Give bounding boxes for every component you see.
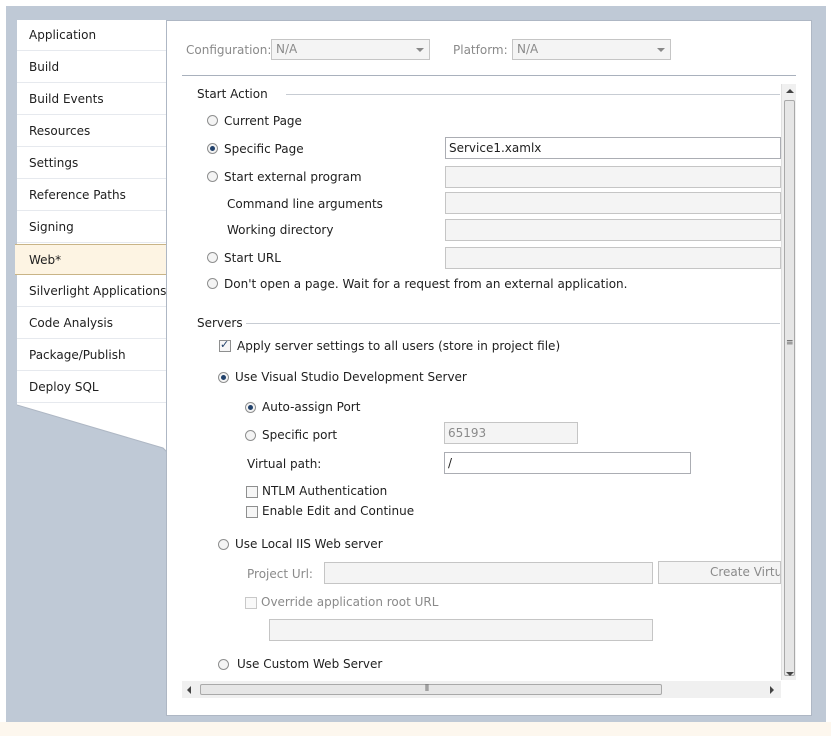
override-root-url-checkbox[interactable] xyxy=(245,597,257,609)
sidebar-item-signing[interactable]: Signing xyxy=(17,212,167,243)
platform-value: N/A xyxy=(517,42,539,56)
sidebar-item-deploy-sql[interactable]: Deploy SQL xyxy=(17,372,167,403)
dont-open-page-radio[interactable] xyxy=(207,278,218,289)
enable-edit-continue-checkbox[interactable] xyxy=(246,506,258,518)
sidebar-item-reference-paths[interactable]: Reference Paths xyxy=(17,180,167,211)
use-local-iis-radio[interactable] xyxy=(218,539,229,550)
command-line-arguments-input[interactable] xyxy=(445,192,781,214)
use-local-iis-label: Use Local IIS Web server xyxy=(235,537,383,551)
dont-open-page-label: Don't open a page. Wait for a request fr… xyxy=(224,277,628,291)
scroll-up-arrow-icon[interactable] xyxy=(786,89,794,93)
chevron-down-icon xyxy=(657,48,665,52)
start-url-label: Start URL xyxy=(224,251,281,265)
current-page-radio[interactable] xyxy=(207,115,218,126)
sidebar-item-package-publish[interactable]: Package/Publish xyxy=(17,340,167,371)
specific-page-label: Specific Page xyxy=(224,142,304,156)
ntlm-authentication-label: NTLM Authentication xyxy=(262,484,388,498)
vertical-scroll-thumb[interactable]: ≡ xyxy=(784,100,795,676)
configuration-label: Configuration: xyxy=(186,43,272,57)
grip-icon: ≡ xyxy=(786,338,794,348)
start-url-radio[interactable] xyxy=(207,252,218,263)
specific-port-radio[interactable] xyxy=(245,430,256,441)
specific-port-label: Specific port xyxy=(262,428,338,442)
project-url-label: Project Url: xyxy=(247,567,313,581)
external-program-input[interactable] xyxy=(445,166,781,188)
start-url-input[interactable] xyxy=(445,247,781,269)
start-action-group-line xyxy=(286,94,780,95)
apply-all-users-checkbox[interactable] xyxy=(219,338,231,352)
platform-label: Platform: xyxy=(453,43,508,57)
start-action-title: Start Action xyxy=(197,87,268,101)
working-directory-label: Working directory xyxy=(227,223,334,237)
command-line-arguments-label: Command line arguments xyxy=(227,197,383,211)
project-url-input[interactable] xyxy=(324,562,653,584)
chevron-down-icon xyxy=(416,48,424,52)
current-page-label: Current Page xyxy=(224,114,302,128)
use-custom-web-server-radio[interactable] xyxy=(218,659,229,670)
sidebar-item-build[interactable]: Build xyxy=(17,52,167,83)
sidebar-item-silverlight-applications[interactable]: Silverlight Applications xyxy=(17,276,167,307)
configuration-value: N/A xyxy=(276,42,298,56)
override-root-url-label: Override application root URL xyxy=(261,595,439,609)
sidebar-item-settings[interactable]: Settings xyxy=(17,148,167,179)
scroll-down-arrow-icon[interactable] xyxy=(786,672,794,676)
horizontal-scroll-thumb[interactable]: ⦀ xyxy=(200,684,662,695)
virtual-path-input[interactable]: / xyxy=(444,452,691,474)
use-vs-dev-server-label: Use Visual Studio Development Server xyxy=(235,370,467,384)
sidebar-item-application[interactable]: Application xyxy=(17,20,167,51)
specific-page-radio[interactable] xyxy=(207,143,218,154)
auto-assign-port-radio[interactable] xyxy=(245,402,256,413)
use-vs-dev-server-radio[interactable] xyxy=(218,372,229,383)
sidebar-nav: Application Build Build Events Resources… xyxy=(15,20,167,408)
sidebar-item-web[interactable]: Web* xyxy=(15,244,167,275)
virtual-path-label: Virtual path: xyxy=(247,457,322,471)
create-virtual-directory-button[interactable]: Create Virtual Directory xyxy=(658,561,781,584)
start-external-program-label: Start external program xyxy=(224,170,362,184)
configuration-dropdown[interactable]: N/A xyxy=(271,39,430,60)
sidebar-item-code-analysis[interactable]: Code Analysis xyxy=(17,308,167,339)
bottom-strip xyxy=(0,722,831,736)
sidebar-item-build-events[interactable]: Build Events xyxy=(17,84,167,115)
grip-icon: ⦀ xyxy=(425,684,429,694)
platform-dropdown[interactable]: N/A xyxy=(512,39,671,60)
specific-page-input[interactable]: Service1.xamlx xyxy=(445,137,781,159)
horizontal-scrollbar[interactable]: ⦀ xyxy=(182,681,781,698)
ntlm-authentication-checkbox[interactable] xyxy=(246,486,258,498)
vertical-scrollbar[interactable]: ≡ xyxy=(781,84,796,680)
override-root-url-input[interactable] xyxy=(269,619,653,641)
servers-title: Servers xyxy=(197,316,243,330)
enable-edit-continue-label: Enable Edit and Continue xyxy=(262,504,415,518)
scroll-left-arrow-icon[interactable] xyxy=(187,686,191,694)
start-external-program-radio[interactable] xyxy=(207,171,218,182)
sidebar-item-resources[interactable]: Resources xyxy=(17,116,167,147)
auto-assign-port-label: Auto-assign Port xyxy=(262,400,361,414)
use-custom-web-server-label: Use Custom Web Server xyxy=(237,657,383,671)
apply-all-users-label: Apply server settings to all users (stor… xyxy=(237,339,561,353)
scroll-right-arrow-icon[interactable] xyxy=(770,686,774,694)
servers-group-line xyxy=(246,323,780,324)
header-separator xyxy=(182,75,796,76)
specific-port-input[interactable]: 65193 xyxy=(444,422,578,444)
working-directory-input[interactable] xyxy=(445,219,781,241)
